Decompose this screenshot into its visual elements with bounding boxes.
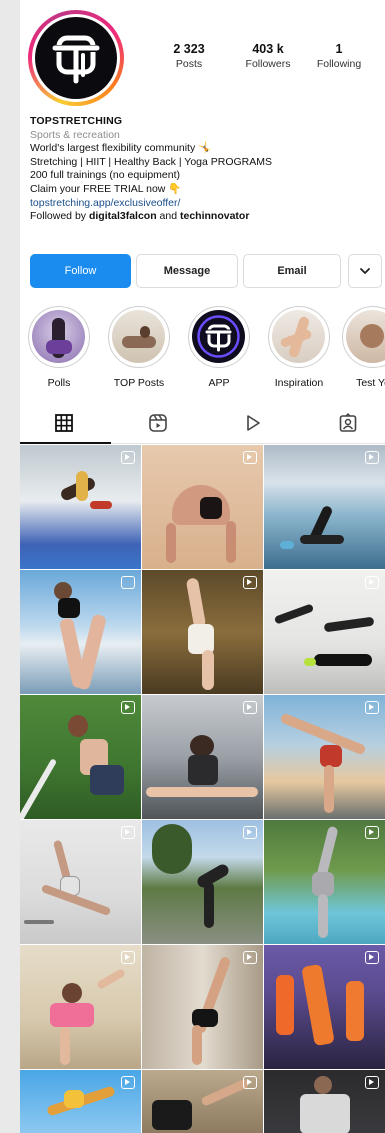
chevron-down-icon xyxy=(360,268,370,274)
posts-stat[interactable]: 2 323 Posts xyxy=(160,42,218,70)
followers-stat[interactable]: 403 k Followers xyxy=(230,42,306,70)
reel-icon xyxy=(365,701,379,714)
email-button[interactable]: Email xyxy=(243,254,341,288)
profile-tabs xyxy=(20,402,385,444)
suggested-accounts-button[interactable] xyxy=(348,254,382,288)
reel-icon xyxy=(365,451,379,464)
highlight-cover xyxy=(112,310,165,363)
reel-icon xyxy=(243,576,257,589)
reel-icon xyxy=(243,451,257,464)
follow-button[interactable]: Follow xyxy=(30,254,131,288)
bio-line: World's largest flexibility community 🤸 xyxy=(30,142,212,155)
reel-icon xyxy=(243,1076,257,1089)
profile-bio: TOPSTRETCHING Sports & recreation World'… xyxy=(30,115,380,224)
post-tile[interactable] xyxy=(264,1070,385,1133)
play-icon xyxy=(247,415,260,431)
grid-icon xyxy=(55,414,73,432)
message-button[interactable]: Message xyxy=(136,254,238,288)
highlight-label: Inspiration xyxy=(274,377,324,389)
posts-count: 2 323 xyxy=(173,42,205,56)
post-tile[interactable] xyxy=(20,820,141,944)
highlight-test-yourself[interactable]: Test Yo xyxy=(340,306,385,389)
reel-icon xyxy=(243,701,257,714)
reel-icon xyxy=(243,951,257,964)
following-label: Following xyxy=(316,58,362,70)
reel-icon xyxy=(365,576,379,589)
highlight-polls[interactable]: Polls xyxy=(26,306,92,389)
followers-count: 403 k xyxy=(252,42,284,56)
highlight-cover xyxy=(346,310,385,363)
tagged-icon xyxy=(339,413,357,432)
post-tile[interactable] xyxy=(142,445,263,569)
brand-logo xyxy=(35,17,117,99)
reel-icon xyxy=(243,826,257,839)
highlight-cover xyxy=(32,310,85,363)
highlight-top-posts[interactable]: TOP Posts xyxy=(106,306,172,389)
follower-name: techinnovator xyxy=(180,210,250,223)
posts-label: Posts xyxy=(175,58,203,70)
tab-posts[interactable] xyxy=(53,412,75,434)
highlight-label: Polls xyxy=(47,377,71,389)
reel-icon xyxy=(365,951,379,964)
highlight-inspiration[interactable]: Inspiration xyxy=(266,306,332,389)
post-tile[interactable] xyxy=(20,445,141,569)
post-tile[interactable] xyxy=(264,945,385,1069)
bio-line: 200 full trainings (no equipment) xyxy=(30,169,181,182)
following-stat[interactable]: 1 Following xyxy=(310,42,368,70)
profile-stats: 2 323 Posts 403 k Followers 1 Following xyxy=(160,42,385,70)
followed-by[interactable]: Followed by digital3falcon and techinnov… xyxy=(30,210,380,224)
reel-icon xyxy=(121,701,135,714)
bio-link[interactable]: topstretching.app/exclusiveoffer/ xyxy=(30,197,380,211)
post-tile[interactable] xyxy=(142,1070,263,1133)
post-tile[interactable] xyxy=(142,945,263,1069)
reel-icon xyxy=(121,826,135,839)
reel-icon xyxy=(121,1076,135,1089)
active-tab-indicator xyxy=(20,442,111,444)
tab-tagged[interactable] xyxy=(337,412,359,434)
highlight-app[interactable]: APP xyxy=(186,306,252,389)
profile-screen: 2 323 Posts 403 k Followers 1 Following … xyxy=(20,0,385,1133)
post-tile[interactable] xyxy=(20,945,141,1069)
bio-line: Stretching | HIIT | Healthy Back | Yoga … xyxy=(30,155,273,168)
post-tile[interactable] xyxy=(264,445,385,569)
post-tile[interactable] xyxy=(264,570,385,694)
followed-by-prefix: Followed by xyxy=(30,210,89,223)
reel-icon xyxy=(365,826,379,839)
app-logo-icon xyxy=(197,315,240,358)
profile-username: TOPSTRETCHING xyxy=(30,115,123,127)
profile-avatar[interactable] xyxy=(28,10,124,106)
following-count: 1 xyxy=(335,42,343,56)
highlight-label: Test Yo xyxy=(356,377,385,389)
reel-icon xyxy=(121,951,135,964)
tab-videos[interactable] xyxy=(242,412,264,434)
reels-icon xyxy=(149,414,167,432)
follower-name: digital3falcon xyxy=(88,210,157,223)
post-tile[interactable] xyxy=(264,820,385,944)
reel-icon xyxy=(121,451,135,464)
post-tile[interactable] xyxy=(20,1070,141,1133)
tab-reels[interactable] xyxy=(147,412,169,434)
followed-by-and: and xyxy=(156,210,180,223)
post-tile[interactable] xyxy=(264,695,385,819)
post-tile[interactable] xyxy=(20,695,141,819)
carousel-icon xyxy=(121,576,135,589)
highlight-label: TOP Posts xyxy=(113,377,165,389)
bio-line: Claim your FREE TRIAL now 👇 xyxy=(30,182,182,195)
post-tile[interactable] xyxy=(20,570,141,694)
highlight-cover xyxy=(192,310,245,363)
post-tile[interactable] xyxy=(142,820,263,944)
followers-label: Followers xyxy=(245,58,291,70)
profile-category: Sports & recreation xyxy=(30,128,120,141)
highlight-cover xyxy=(272,310,325,363)
post-tile[interactable] xyxy=(142,570,263,694)
reel-icon xyxy=(365,1076,379,1089)
highlight-label: APP xyxy=(208,377,230,389)
post-tile[interactable] xyxy=(142,695,263,819)
